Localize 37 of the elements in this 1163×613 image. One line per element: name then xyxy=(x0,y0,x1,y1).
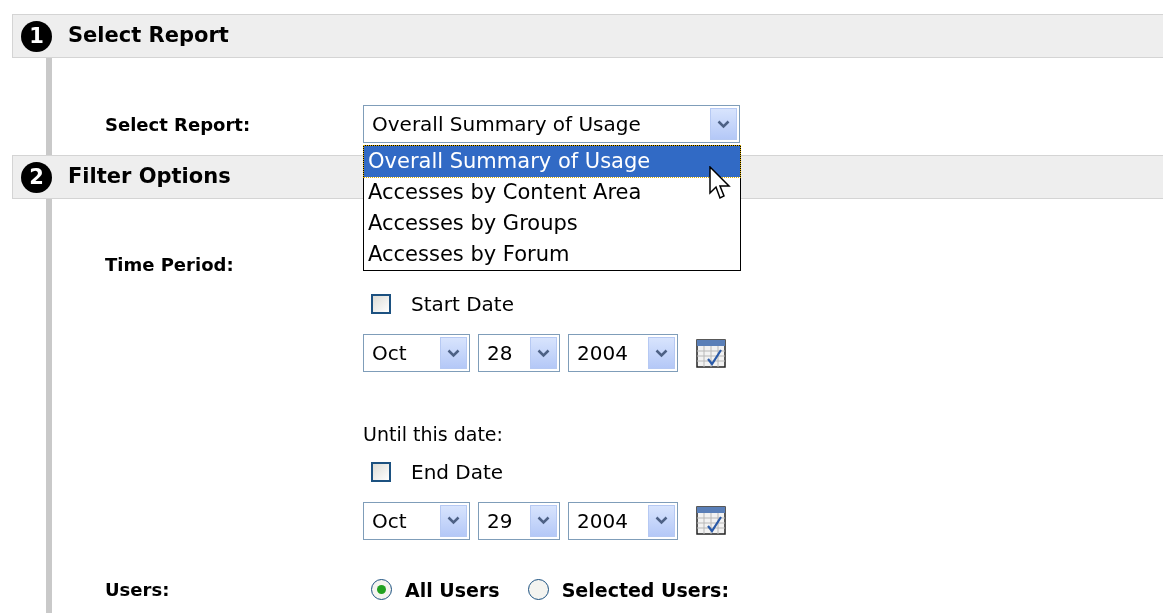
caret-icon xyxy=(655,516,668,525)
checkbox-label: Start Date xyxy=(411,291,515,318)
radio-label: Selected Users: xyxy=(561,577,729,603)
dropdown[interactable]: Overall Summary of Usage xyxy=(363,105,740,143)
caption-text: Until this date: xyxy=(363,422,504,447)
step-number: 1 xyxy=(21,20,52,52)
checkbox-label: End Date xyxy=(411,458,504,486)
cursor-icon xyxy=(709,166,731,200)
caret-icon xyxy=(717,119,730,129)
dropdown-option[interactable]: Accesses by Content Area xyxy=(364,177,740,208)
step-number: 2 xyxy=(21,161,52,193)
section-title: Select Report xyxy=(68,22,229,50)
dropdown[interactable]: 28 xyxy=(478,334,560,372)
caret-icon xyxy=(537,348,550,358)
dropdown[interactable]: Oct xyxy=(363,334,470,372)
checkbox[interactable] xyxy=(371,294,391,314)
field-label: Time Period: xyxy=(105,253,235,277)
dropdown-option[interactable]: Accesses by Groups xyxy=(364,208,740,239)
dropdown[interactable]: 29 xyxy=(478,501,560,540)
dropdown[interactable]: 2004 xyxy=(568,501,678,540)
caret-icon xyxy=(447,516,460,525)
caret-icon xyxy=(447,348,460,358)
radio-label: All Users xyxy=(405,577,500,603)
radio-button[interactable] xyxy=(371,579,392,601)
dropdown[interactable]: Oct xyxy=(363,501,470,540)
caret-icon xyxy=(655,348,668,358)
caret-icon xyxy=(537,516,550,525)
field-label: Users: xyxy=(105,577,171,602)
checkbox[interactable] xyxy=(371,461,391,482)
radio-button[interactable] xyxy=(527,579,549,601)
dropdown[interactable]: 2004 xyxy=(568,334,678,372)
field-label: Select Report: xyxy=(105,113,252,137)
dropdown-option[interactable]: Overall Summary of Usage xyxy=(364,146,740,177)
section-title: Filter Options xyxy=(68,163,231,191)
calendar-icon[interactable] xyxy=(696,506,726,535)
calendar-icon[interactable] xyxy=(696,338,726,368)
dropdown-option[interactable]: Accesses by Forum xyxy=(364,239,740,270)
